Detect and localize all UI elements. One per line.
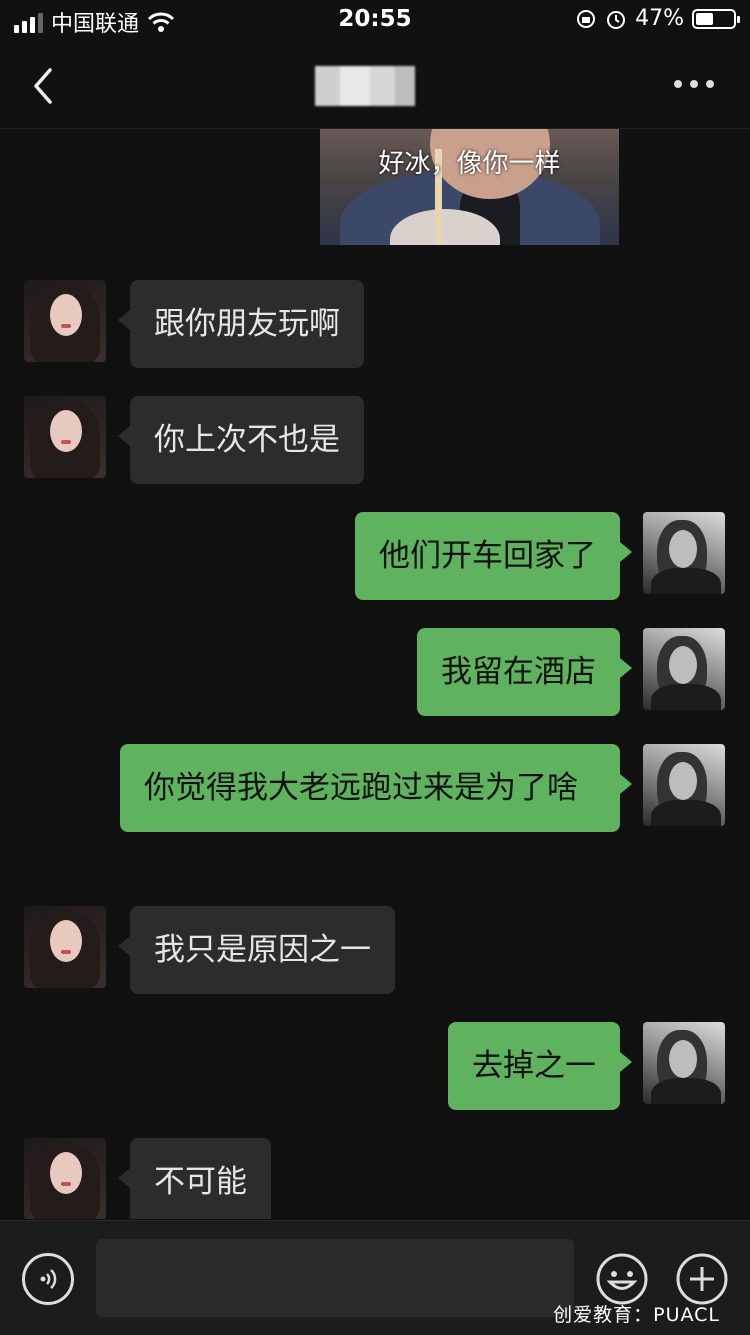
avatar[interactable] [24, 280, 106, 362]
chat-area[interactable]: 好冰，像你一样 跟你朋友玩啊 你上次不也是 他们开车回家了 我留在酒店 你觉得我… [0, 129, 750, 1219]
message-bubble[interactable]: 他们开车回家了 [355, 512, 632, 600]
message-bubble[interactable]: 我只是原因之一 [118, 906, 395, 994]
contact-name-blurred [315, 66, 415, 106]
avatar[interactable] [643, 512, 725, 594]
message-bubble[interactable]: 跟你朋友玩啊 [118, 280, 364, 368]
avatar[interactable] [24, 906, 106, 988]
orientation-lock-icon [577, 9, 596, 28]
voice-icon[interactable] [22, 1253, 74, 1305]
message-input[interactable] [96, 1239, 574, 1317]
input-bar: 创爱教育：PUACL [0, 1220, 750, 1335]
message-bubble[interactable]: 去掉之一 [448, 1022, 632, 1110]
avatar[interactable] [643, 1022, 725, 1104]
alarm-icon [607, 10, 626, 29]
avatar[interactable] [643, 744, 725, 826]
message-bubble[interactable]: 你觉得我大老远跑过来是为了啥 [120, 744, 632, 832]
message-bubble[interactable]: 我留在酒店 [417, 628, 632, 716]
watermark: 创爱教育：PUACL [553, 1304, 720, 1326]
status-right: 47% [575, 6, 740, 31]
image-caption: 好冰，像你一样 [378, 149, 561, 179]
message-bubble[interactable]: 不可能 [118, 1138, 271, 1219]
status-bar: 中国联通 20:55 47% [0, 0, 750, 44]
plus-icon[interactable] [676, 1253, 728, 1305]
chevron-left-icon[interactable] [28, 64, 64, 108]
more-dots-icon[interactable] [674, 80, 714, 88]
avatar[interactable] [643, 628, 725, 710]
image-message[interactable]: 好冰，像你一样 [320, 129, 619, 245]
avatar[interactable] [24, 1138, 106, 1219]
emoji-icon[interactable] [596, 1253, 648, 1305]
battery-icon [692, 8, 740, 29]
nav-bar [0, 44, 750, 129]
battery-percent: 47% [635, 6, 684, 31]
avatar[interactable] [24, 396, 106, 478]
message-bubble[interactable]: 你上次不也是 [118, 396, 364, 484]
